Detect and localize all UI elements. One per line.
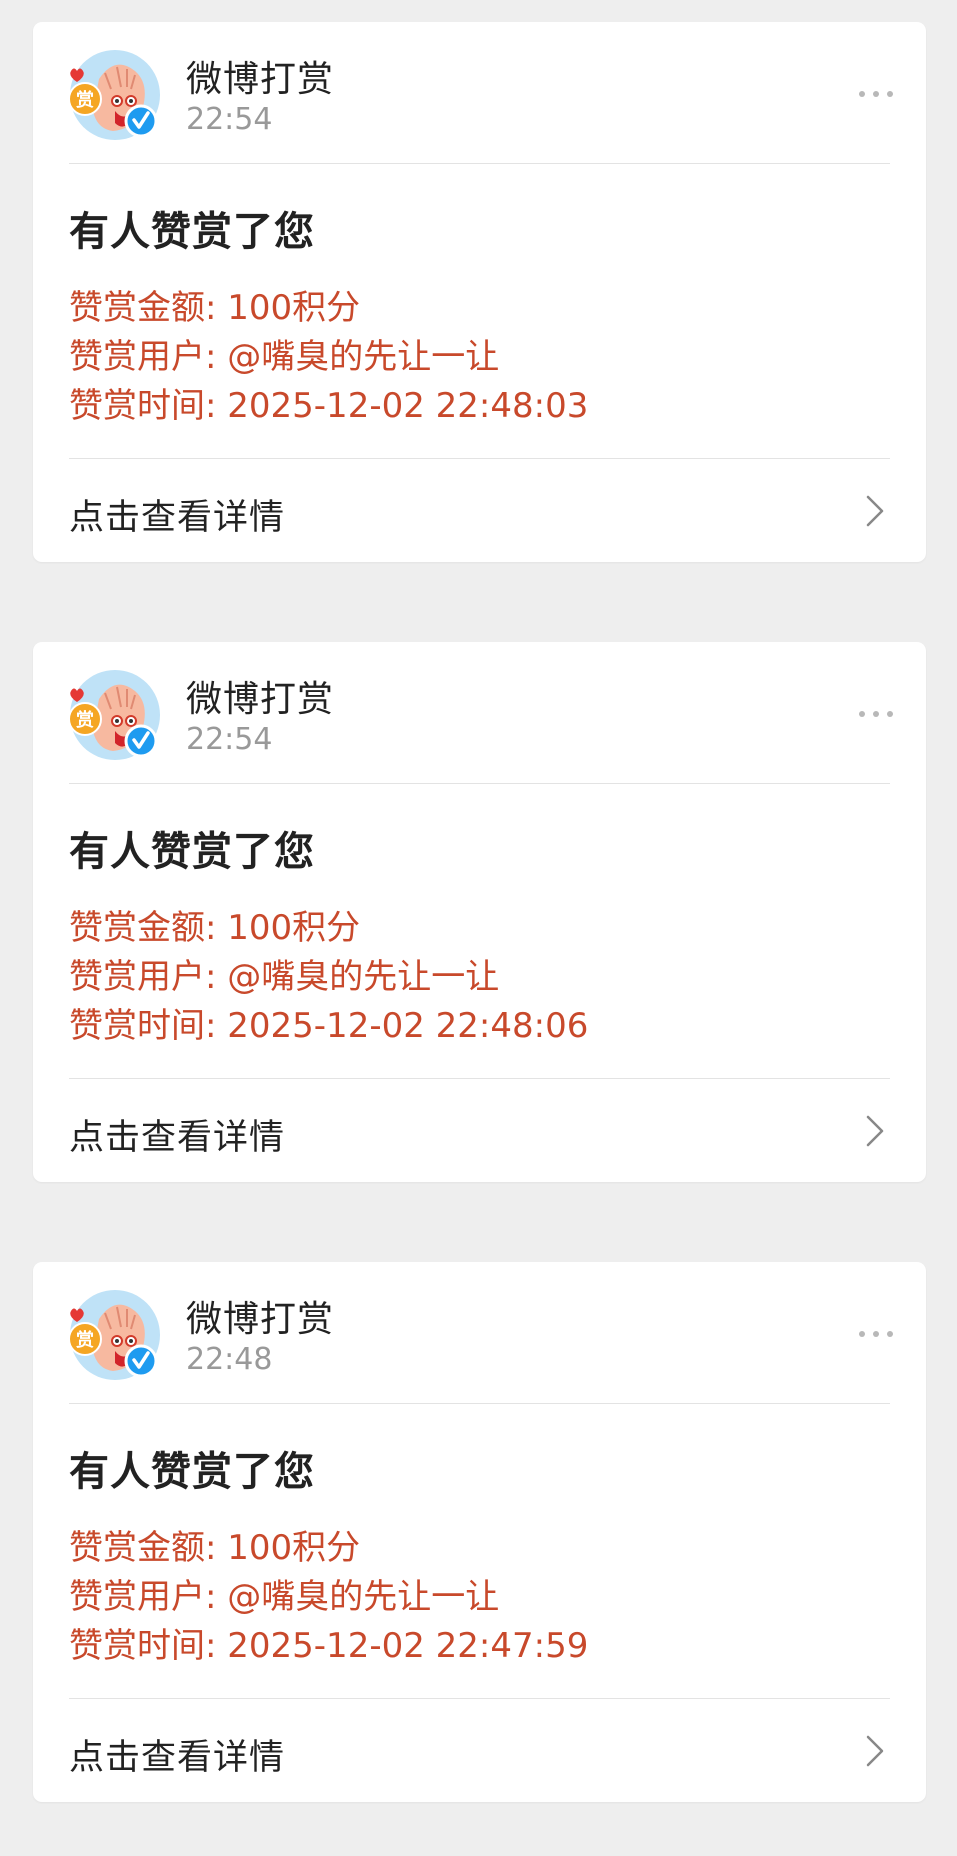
chevron-right-icon (864, 1113, 886, 1149)
message-title: 有人赞赏了您 (69, 1449, 315, 1495)
avatar-label: 赏 (76, 89, 94, 111)
divider (69, 783, 890, 784)
message-title: 有人赞赏了您 (69, 829, 315, 875)
reward-mascot-icon: 赏 (69, 1290, 160, 1380)
card-header: 赏 微博打赏 22:54 (33, 642, 926, 782)
divider (69, 163, 890, 164)
chevron-right-icon (864, 1733, 886, 1769)
card-header: 赏 微博打赏 22:54 (33, 22, 926, 162)
reward-user: 赞赏用户: @嘴臭的先让一让 (69, 337, 500, 377)
reward-time: 赞赏时间: 2025-12-02 22:48:06 (69, 1006, 589, 1046)
message-time: 22:54 (186, 722, 273, 757)
chevron-right-icon (864, 493, 886, 529)
more-options-icon[interactable] (856, 84, 896, 104)
divider (69, 1403, 890, 1404)
more-options-icon[interactable] (856, 1324, 896, 1344)
reward-time: 赞赏时间: 2025-12-02 22:47:59 (69, 1626, 589, 1666)
card-header: 赏 微博打赏 22:48 (33, 1262, 926, 1402)
message-title: 有人赞赏了您 (69, 209, 315, 255)
sender-name[interactable]: 微博打赏 (186, 1290, 334, 1342)
reward-user: 赞赏用户: @嘴臭的先让一让 (69, 957, 500, 997)
view-details-label: 点击查看详情 (69, 498, 286, 538)
avatar-label: 赏 (76, 1329, 94, 1351)
message-time: 22:54 (186, 102, 273, 137)
avatar[interactable]: 赏 (69, 49, 161, 141)
reward-mascot-icon: 赏 (69, 50, 160, 140)
avatar[interactable]: 赏 (69, 669, 161, 761)
view-details-row[interactable]: 点击查看详情 (33, 459, 926, 562)
sender-name[interactable]: 微博打赏 (186, 50, 334, 102)
reward-amount: 赞赏金额: 100积分 (69, 1528, 361, 1568)
avatar[interactable]: 赏 (69, 1289, 161, 1381)
avatar-label: 赏 (76, 709, 94, 731)
view-details-row[interactable]: 点击查看详情 (33, 1699, 926, 1802)
reward-time: 赞赏时间: 2025-12-02 22:48:03 (69, 386, 589, 426)
reward-amount: 赞赏金额: 100积分 (69, 288, 361, 328)
view-details-label: 点击查看详情 (69, 1118, 286, 1158)
notification-card: 赏 微博打赏 22:54 有人赞赏了您 赞赏金额: 100积分 赞赏用户: @嘴… (33, 22, 926, 562)
view-details-row[interactable]: 点击查看详情 (33, 1079, 926, 1182)
reward-user: 赞赏用户: @嘴臭的先让一让 (69, 1577, 500, 1617)
reward-mascot-icon: 赏 (69, 670, 160, 760)
notification-card: 赏 微博打赏 22:54 有人赞赏了您 赞赏金额: 100积分 赞赏用户: @嘴… (33, 642, 926, 1182)
message-time: 22:48 (186, 1342, 273, 1377)
sender-name[interactable]: 微博打赏 (186, 670, 334, 722)
reward-amount: 赞赏金额: 100积分 (69, 908, 361, 948)
view-details-label: 点击查看详情 (69, 1738, 286, 1778)
notification-card: 赏 微博打赏 22:48 有人赞赏了您 赞赏金额: 100积分 赞赏用户: @嘴… (33, 1262, 926, 1802)
more-options-icon[interactable] (856, 704, 896, 724)
